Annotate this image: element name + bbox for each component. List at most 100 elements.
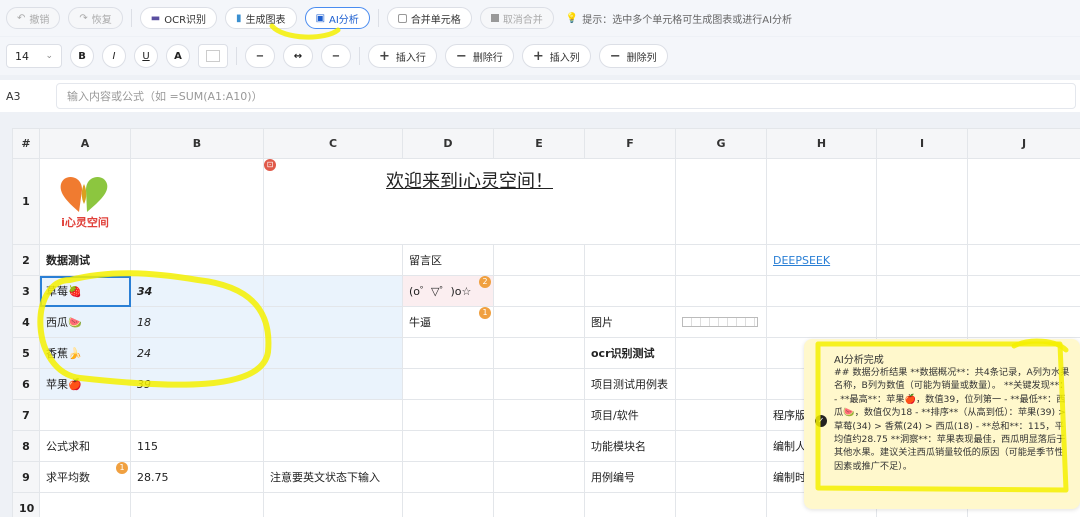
cell-h1[interactable] — [766, 158, 877, 245]
cell-f8[interactable]: 功能模块名 — [584, 430, 676, 462]
cell-f7[interactable]: 项目/软件 — [584, 399, 676, 431]
increase-width-button[interactable]: − — [321, 44, 351, 68]
cell-f6[interactable]: 项目测试用例表 — [584, 368, 676, 400]
cell-g2[interactable] — [675, 244, 767, 276]
cell-b8[interactable]: 115 — [130, 430, 264, 462]
cell-f4[interactable]: 图片 — [584, 306, 676, 338]
cell-a2[interactable]: 数据测试 — [39, 244, 131, 276]
cell-a5[interactable]: 香蕉🍌 — [39, 337, 131, 369]
cell-b9[interactable]: 28.75 — [130, 461, 264, 493]
cell-f3[interactable] — [584, 275, 676, 307]
cell-c3[interactable] — [263, 275, 403, 307]
cell-b2[interactable] — [130, 244, 264, 276]
column-header[interactable]: C — [263, 128, 403, 159]
cell-a6[interactable]: 苹果🍎 — [39, 368, 131, 400]
cell-a10[interactable] — [39, 492, 131, 517]
cell-b6[interactable]: 39 — [130, 368, 264, 400]
cell-g5[interactable] — [675, 337, 767, 369]
column-header[interactable]: A — [39, 128, 131, 159]
cell-j2[interactable] — [967, 244, 1080, 276]
underline-button[interactable]: U — [134, 44, 158, 68]
row-header[interactable]: 4 — [12, 306, 40, 338]
cell-e3[interactable] — [493, 275, 585, 307]
cell-h2[interactable]: DEEPSEEK — [766, 244, 877, 276]
cell-f9[interactable]: 用例编号 — [584, 461, 676, 493]
cell-g1[interactable] — [675, 158, 767, 245]
column-header[interactable]: H — [766, 128, 877, 159]
delete-column-button[interactable]: − 删除列 — [598, 44, 668, 68]
cell-b10[interactable] — [130, 492, 264, 517]
cell-e9[interactable] — [493, 461, 585, 493]
cell-b4[interactable]: 18 — [130, 306, 264, 338]
cell-e6[interactable] — [493, 368, 585, 400]
cell-d3[interactable]: (o゜▽゜)o☆ 2 — [402, 275, 494, 307]
cell-i1[interactable] — [876, 158, 968, 245]
cell-c7[interactable] — [263, 399, 403, 431]
column-header[interactable]: J — [967, 128, 1080, 159]
cell-b1[interactable] — [130, 158, 264, 245]
cell-j1[interactable] — [967, 158, 1080, 245]
cell-d6[interactable] — [402, 368, 494, 400]
cell-c4[interactable] — [263, 306, 403, 338]
cell-g9[interactable] — [675, 461, 767, 493]
cell-d5[interactable] — [402, 337, 494, 369]
column-header[interactable]: D — [402, 128, 494, 159]
cell-c10[interactable] — [263, 492, 403, 517]
insert-column-button[interactable]: + 插入列 — [521, 44, 591, 68]
cell-a3[interactable]: 草莓🍓 — [39, 275, 131, 307]
cell-c8[interactable] — [263, 430, 403, 462]
ai-analysis-button[interactable]: ▣ AI分析 — [304, 7, 370, 29]
cell-b5[interactable]: 24 — [130, 337, 264, 369]
image-thumbnail[interactable] — [682, 317, 758, 327]
column-header[interactable]: E — [493, 128, 585, 159]
cell-g7[interactable] — [675, 399, 767, 431]
cell-f10[interactable] — [584, 492, 676, 517]
fill-color-button[interactable] — [198, 44, 228, 68]
column-header[interactable]: I — [876, 128, 968, 159]
italic-button[interactable]: I — [102, 44, 126, 68]
cell-d2[interactable]: 留言区 — [402, 244, 494, 276]
generate-chart-button[interactable]: ▮ 生成图表 — [225, 7, 297, 29]
cell-c9[interactable]: 注意要英文状态下输入 — [263, 461, 403, 493]
row-header[interactable]: 8 — [12, 430, 40, 462]
cell-g6[interactable] — [675, 368, 767, 400]
cell-f2[interactable] — [584, 244, 676, 276]
cell-e7[interactable] — [493, 399, 585, 431]
deepseek-link[interactable]: DEEPSEEK — [773, 254, 830, 267]
cell-j4[interactable] — [967, 306, 1080, 338]
cell-d10[interactable] — [402, 492, 494, 517]
row-header[interactable]: 10 — [12, 492, 40, 517]
cell-g10[interactable] — [675, 492, 767, 517]
ocr-button[interactable]: ▬ OCR识别 — [139, 7, 218, 29]
cell-g4[interactable] — [675, 306, 767, 338]
row-header[interactable]: 2 — [12, 244, 40, 276]
ai-result-panel[interactable]: ✓ AI分析完成 ## 数据分析结果 **数据概况**：共4条记录，A列为水果名… — [804, 339, 1080, 509]
comment-badge[interactable]: 1 — [479, 307, 491, 319]
cell-e5[interactable] — [493, 337, 585, 369]
column-header[interactable]: G — [675, 128, 767, 159]
cell-a8[interactable]: 公式求和 — [39, 430, 131, 462]
font-size-select[interactable]: 14 ⌄ — [6, 44, 62, 68]
cell-e8[interactable] — [493, 430, 585, 462]
cell-a1[interactable]: i心灵空间 — [39, 158, 131, 245]
cell-c5[interactable] — [263, 337, 403, 369]
cell-f5[interactable]: ocr识别测试 — [584, 337, 676, 369]
bold-button[interactable]: B — [70, 44, 94, 68]
cell-d9[interactable] — [402, 461, 494, 493]
cell-e4[interactable] — [493, 306, 585, 338]
cell-a9[interactable]: 求平均数 1 — [39, 461, 131, 493]
font-color-button[interactable]: A — [166, 44, 190, 68]
formula-input[interactable]: 输入内容或公式（如 =SUM(A1:A10)） — [56, 83, 1076, 109]
row-header[interactable]: 1 — [12, 158, 40, 245]
cell-h4[interactable] — [766, 306, 877, 338]
cell-i4[interactable] — [876, 306, 968, 338]
cell-b7[interactable] — [130, 399, 264, 431]
cell-i2[interactable] — [876, 244, 968, 276]
row-header[interactable]: 5 — [12, 337, 40, 369]
column-header[interactable]: B — [130, 128, 264, 159]
cell-i3[interactable] — [876, 275, 968, 307]
row-header[interactable]: 6 — [12, 368, 40, 400]
cell-d4[interactable]: 牛逼 1 — [402, 306, 494, 338]
row-header[interactable]: 9 — [12, 461, 40, 493]
decrease-width-button[interactable]: − — [245, 44, 275, 68]
